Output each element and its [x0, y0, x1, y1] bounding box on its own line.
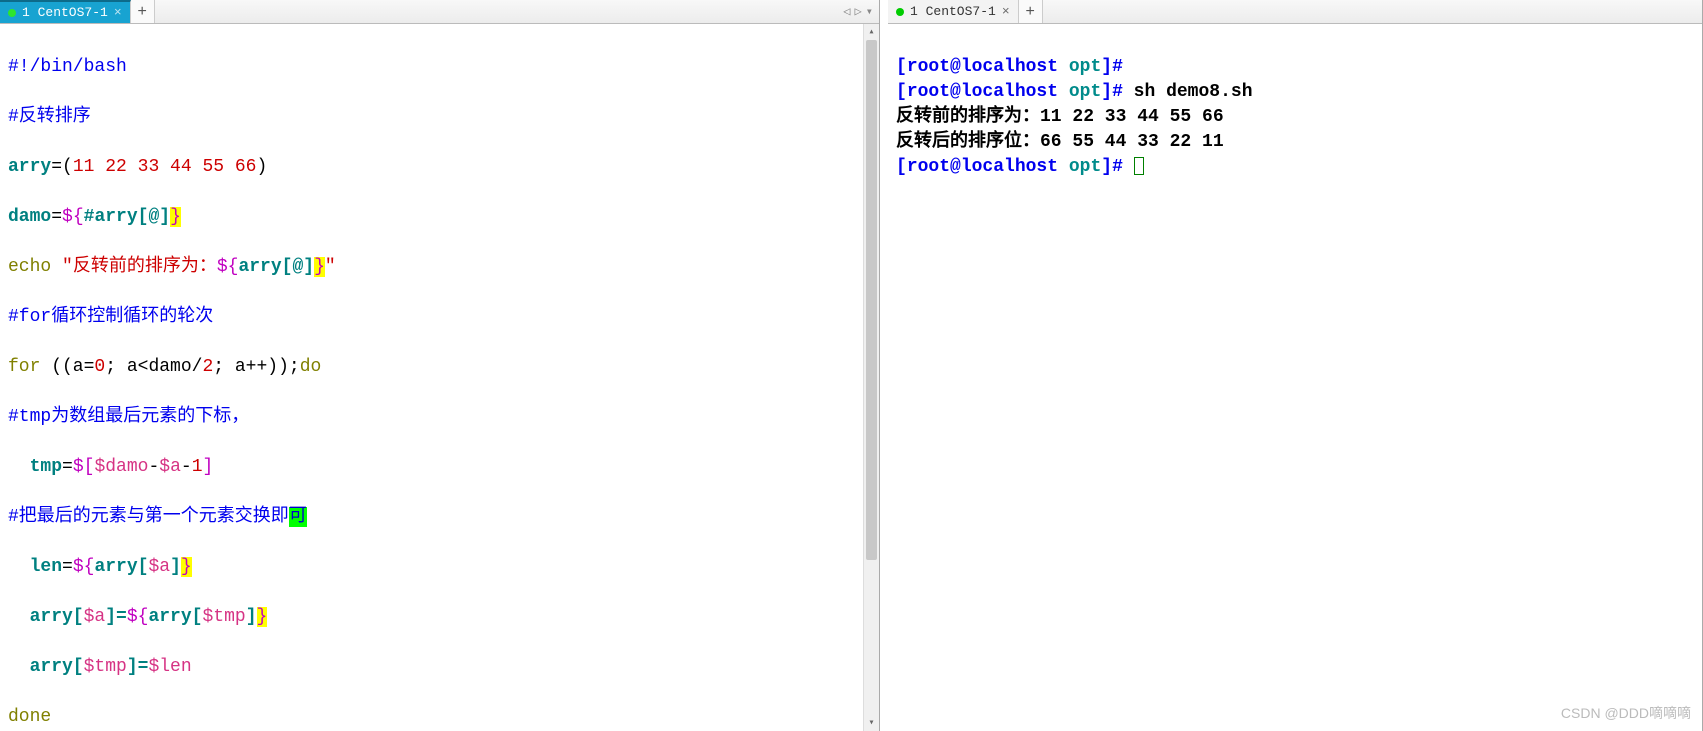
terminal-output: 反转前的排序为：11 22 33 44 55 66 — [896, 107, 1224, 127]
close-icon[interactable]: × — [114, 5, 122, 20]
tab-menu-icon[interactable]: ▾ — [866, 4, 873, 19]
comment: #tmp为数组最后元素的下标， — [8, 407, 249, 427]
new-tab-button[interactable]: + — [131, 0, 155, 23]
tab-next-icon[interactable]: ▷ — [855, 4, 862, 19]
right-pane: 1 CentOS7-1 × + [root@localhost opt]# [r… — [888, 0, 1703, 731]
comment: #for循环控制循环的轮次 — [8, 307, 213, 327]
status-dot-icon — [8, 9, 16, 17]
tab-centos-right[interactable]: 1 CentOS7-1 × — [888, 0, 1019, 23]
watermark: CSDN @DDD嘀嘀嘀 — [1561, 703, 1691, 723]
tab-label: 1 CentOS7-1 — [910, 4, 996, 19]
left-tabbar: 1 CentOS7-1 × + ◁ ▷ ▾ — [0, 0, 879, 24]
scrollbar-vertical[interactable]: ▴ ▾ — [863, 24, 879, 731]
comment: #把最后的元素与第一个元素交换即 — [8, 507, 289, 527]
cursor-icon — [1134, 157, 1144, 175]
tab-prev-icon[interactable]: ◁ — [843, 4, 850, 19]
scroll-down-icon[interactable]: ▾ — [864, 715, 879, 731]
tab-centos-left[interactable]: 1 CentOS7-1 × — [0, 0, 131, 23]
close-icon[interactable]: × — [1002, 4, 1010, 19]
tab-nav: ◁ ▷ ▾ — [843, 0, 879, 23]
status-dot-icon — [896, 8, 904, 16]
code-editor[interactable]: #!/bin/bash #反转排序 arry=(11 22 33 44 55 6… — [0, 24, 879, 731]
scroll-up-icon[interactable]: ▴ — [864, 24, 879, 40]
terminal-command: sh demo8.sh — [1123, 82, 1253, 102]
left-pane: 1 CentOS7-1 × + ◁ ▷ ▾ #!/bin/bash #反转排序 … — [0, 0, 880, 731]
terminal-output: 反转后的排序位：66 55 44 33 22 11 — [896, 132, 1224, 152]
terminal[interactable]: [root@localhost opt]# [root@localhost op… — [888, 24, 1702, 731]
right-tabbar: 1 CentOS7-1 × + — [888, 0, 1702, 24]
new-tab-button[interactable]: + — [1019, 0, 1043, 23]
tab-label: 1 CentOS7-1 — [22, 5, 108, 20]
comment: #反转排序 — [8, 107, 91, 127]
scroll-thumb[interactable] — [866, 40, 877, 560]
shebang: #!/bin/bash — [8, 57, 127, 77]
